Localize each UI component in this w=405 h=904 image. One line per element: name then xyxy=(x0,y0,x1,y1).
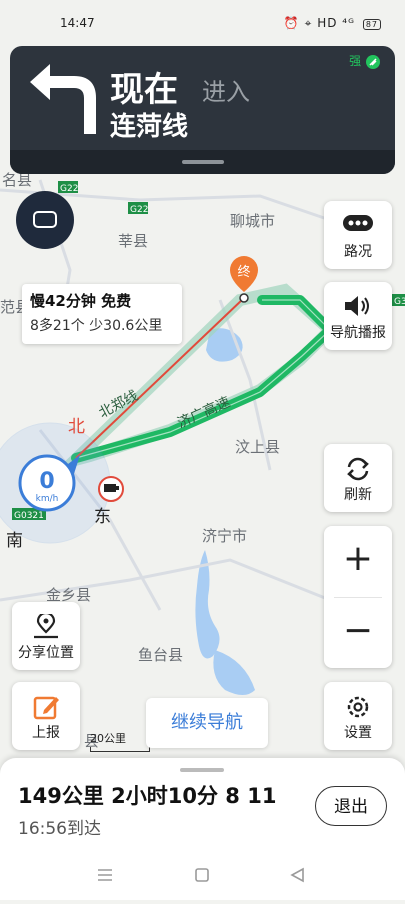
map-label: 济宁市 xyxy=(202,527,247,545)
svg-text:km/h: km/h xyxy=(36,494,59,504)
instruction-action: 现在 xyxy=(110,70,178,110)
car-icon xyxy=(33,211,57,228)
compass-north: 北 xyxy=(68,417,85,437)
instruction-suffix: 进入 xyxy=(202,78,250,106)
signal-icon xyxy=(366,54,380,69)
voice-label: 导航播报 xyxy=(330,325,386,341)
settings-label: 设置 xyxy=(344,725,372,741)
zoom-in-button[interactable]: + xyxy=(324,526,392,596)
turn-left-icon xyxy=(30,64,96,134)
system-nav-icons xyxy=(98,867,304,883)
trip-summary-sheet[interactable]: 149公里 2小时10分 8 11 16:56到达 退出 xyxy=(0,758,405,850)
zoom-control: + − xyxy=(324,526,392,668)
continue-navigation-button[interactable]: 继续导航 xyxy=(146,698,268,748)
traffic-icon xyxy=(343,215,373,231)
speed-camera-icon xyxy=(98,476,124,502)
refresh-icon xyxy=(347,457,369,481)
svg-text:G22: G22 xyxy=(130,205,148,215)
map-label: 汶上县 xyxy=(235,438,280,456)
traffic-button[interactable]: 路况 xyxy=(324,201,392,269)
back-icon xyxy=(290,867,304,883)
share-location-label: 分享位置 xyxy=(18,645,74,661)
refresh-label: 刷新 xyxy=(344,487,372,503)
gear-icon xyxy=(347,696,369,718)
status-bar: 14:47 ⏰ ⌖ HD ⁴ᴳ 87 xyxy=(0,0,405,40)
status-time: 14:47 xyxy=(60,16,95,30)
status-indicators: ⏰ ⌖ HD ⁴ᴳ xyxy=(283,16,355,30)
map-label: 鱼台县 xyxy=(138,646,183,664)
svg-text:G22: G22 xyxy=(60,184,78,194)
report-edit-icon xyxy=(33,696,59,720)
route-delay-text: 慢42分钟 免费 xyxy=(30,292,132,310)
nav-card-handle[interactable] xyxy=(182,160,224,164)
zoom-out-button[interactable]: − xyxy=(324,598,392,668)
refresh-button[interactable]: 刷新 xyxy=(324,444,392,512)
voice-broadcast-button[interactable]: 导航播报 xyxy=(324,282,392,350)
car-mode-button[interactable] xyxy=(16,191,74,249)
instruction-road: 连菏线 xyxy=(110,112,189,142)
traffic-label: 路况 xyxy=(344,244,372,260)
arrival-time: 16:56到达 xyxy=(18,819,101,839)
sheet-handle[interactable] xyxy=(180,768,224,772)
settings-button[interactable]: 设置 xyxy=(324,682,392,750)
location-pin-icon xyxy=(34,614,58,639)
report-label: 上报 xyxy=(32,725,60,741)
svg-text:G0321: G0321 xyxy=(14,511,44,521)
speaker-icon xyxy=(345,296,369,316)
svg-text:G3: G3 xyxy=(394,297,405,307)
alternate-route-card[interactable]: 慢42分钟 免费 8多21个 少30.6公里 xyxy=(22,284,182,344)
exit-navigation-button[interactable]: 退出 xyxy=(315,786,387,826)
turn-instruction-card[interactable]: 现在 进入 连菏线 强 xyxy=(10,46,395,174)
battery-icon: 87 xyxy=(362,19,381,30)
map-scale: 20公里 xyxy=(90,730,150,752)
menu-icon xyxy=(98,869,112,881)
share-location-button[interactable]: 分享位置 xyxy=(12,602,80,670)
map-scale-label: 20公里 xyxy=(90,732,126,745)
svg-text:终: 终 xyxy=(237,264,250,280)
svg-text:0: 0 xyxy=(39,469,54,494)
map-scale-bar xyxy=(90,747,150,752)
report-button[interactable]: 上报 xyxy=(12,682,80,750)
compass-south: 南 xyxy=(6,531,23,551)
map-label: 聊城市 xyxy=(230,212,275,230)
trip-summary: 149公里 2小时10分 8 11 xyxy=(18,784,277,808)
system-navigation-bar xyxy=(0,850,405,900)
compass-east: 东 xyxy=(94,507,111,527)
gps-signal-indicator: 强 xyxy=(349,52,381,70)
home-icon xyxy=(195,868,209,882)
gps-signal-label: 强 xyxy=(349,54,362,68)
route-compare-text: 8多21个 少30.6公里 xyxy=(30,318,163,334)
map-label: 莘县 xyxy=(118,232,148,250)
status-icons: ⏰ ⌖ HD ⁴ᴳ 87 xyxy=(284,16,381,31)
